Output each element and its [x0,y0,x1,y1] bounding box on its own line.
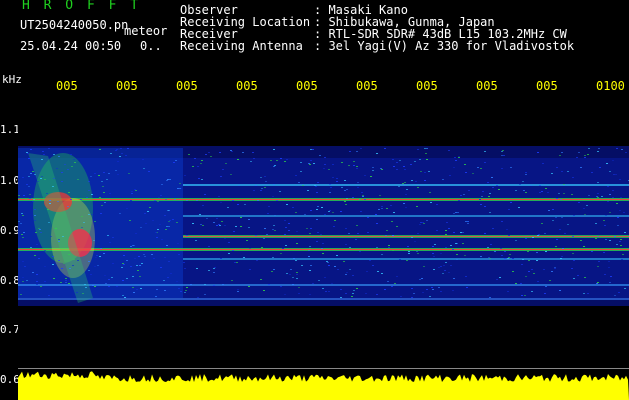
spectrogram-canvas [18,98,629,367]
y-tick-label: 0.6 [0,373,20,386]
x-tick-label: 0100 [596,79,625,93]
info-row-antenna: Receiving Antenna : 3el Yagi(V) Az 330 f… [180,40,574,52]
file-name: UT2504240050.pn [20,18,129,32]
signal-power-strip [18,370,629,400]
power-canvas [18,370,629,400]
station-info: Observer : Masaki Kano Receiving Locatio… [180,4,574,52]
info-label: Receiving Antenna [180,39,303,53]
status-dots: 0.. [140,39,162,53]
spectrogram-plot [18,98,629,367]
y-tick-label: 0.7 [0,323,20,336]
x-tick-label: 005 [116,79,138,93]
plot-separator [18,368,629,369]
x-tick-label: 005 [56,79,78,93]
x-tick-label: 005 [536,79,558,93]
x-tick-label: 005 [176,79,198,93]
x-tick-label: 005 [416,79,438,93]
datetime: 25.04.24 00:50 [20,39,122,53]
info-value: : 3el Yagi(V) Az 330 for Vladivostok [314,39,575,53]
app-title: H R O F F T [22,0,142,13]
x-tick-label: 005 [356,79,378,93]
y-tick-label: 0.8 [0,274,20,287]
y-axis-unit: kHz [2,73,22,86]
x-tick-label: 005 [236,79,258,93]
hrofft-spectrogram-window: H R O F F T UT2504240050.pn meteor 25.04… [0,0,629,400]
x-tick-label: 005 [296,79,318,93]
file-tag: meteor [124,24,168,38]
x-tick-label: 005 [476,79,498,93]
y-tick-label: 1.0 [0,174,20,187]
y-tick-label: 1.1 [0,123,20,136]
y-tick-label: 0.9 [0,224,20,237]
